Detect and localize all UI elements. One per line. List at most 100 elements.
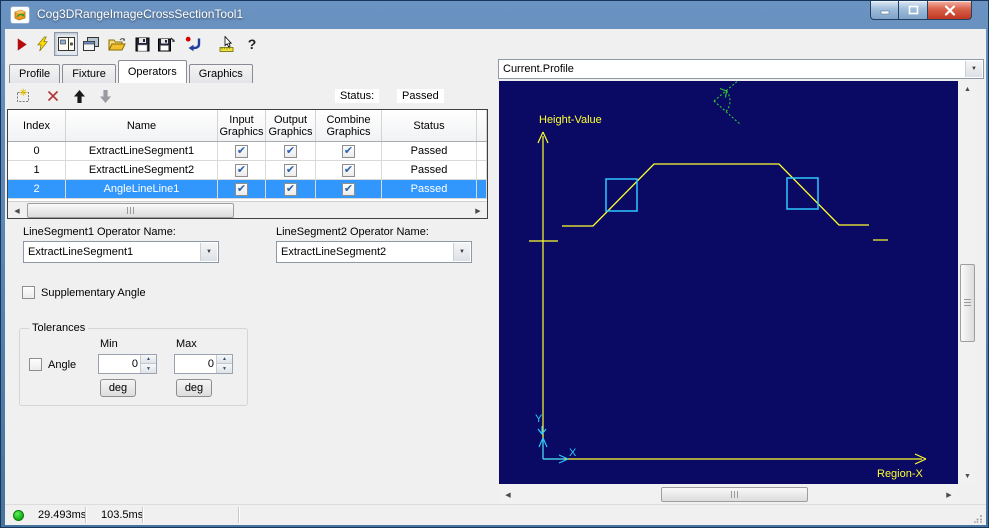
tolerances-title: Tolerances — [29, 322, 89, 334]
add-operator-button[interactable]: ✳ — [14, 87, 32, 105]
status-label: Status: — [335, 89, 380, 103]
graphics-checkbox[interactable]: ✔ — [342, 182, 355, 196]
grid-hscroll-thumb[interactable] — [27, 203, 234, 218]
grid-column-header[interactable]: Status — [382, 110, 477, 141]
graphics-checkbox[interactable]: ✔ — [284, 144, 297, 158]
maximize-button[interactable] — [899, 1, 927, 20]
canvas-hscroll-thumb[interactable] — [661, 487, 808, 502]
status-value: Passed — [397, 89, 444, 103]
run-continuous-icon[interactable] — [33, 35, 51, 53]
tab-graphics[interactable]: Graphics — [188, 64, 253, 83]
angle-max-spinner: ▲▼ — [174, 354, 233, 374]
scroll-left-icon[interactable]: ◀ — [9, 203, 25, 218]
profile-canvas[interactable]: Height-Value Region-X Y X — [499, 81, 958, 484]
move-operator-up-button[interactable] — [70, 87, 88, 105]
grid-column-header[interactable]: Input Graphics — [218, 110, 266, 141]
pointer-tool-icon[interactable] — [218, 35, 236, 53]
angle-tolerance-checkbox[interactable] — [29, 358, 42, 371]
spin-down-icon[interactable]: ▼ — [217, 364, 232, 373]
record-selector-combobox[interactable]: Current.Profile ▼ — [498, 59, 984, 79]
min-unit-button[interactable]: deg — [100, 379, 136, 397]
tab-profile[interactable]: Profile — [9, 64, 61, 83]
total-time: 103.5ms — [101, 509, 144, 521]
save-file-button[interactable] — [133, 35, 151, 53]
grid-column-header[interactable]: Index — [8, 110, 66, 141]
graphics-checkbox[interactable]: ✔ — [342, 144, 355, 158]
angle-max-input[interactable] — [175, 355, 216, 373]
region-axis-label: Region-X — [877, 468, 924, 480]
show-electrode-button[interactable] — [54, 32, 78, 56]
supplementary-angle-checkbox[interactable] — [22, 286, 35, 299]
angle-label: Angle — [48, 359, 77, 371]
spin-down-icon[interactable]: ▼ — [141, 364, 156, 373]
linesegment2-label: LineSegment2 Operator Name: — [276, 226, 429, 238]
graphics-checkbox[interactable]: ✔ — [235, 144, 248, 158]
window-title: Cog3DRangeImageCrossSectionTool1 — [37, 7, 244, 21]
open-file-button[interactable] — [108, 35, 126, 53]
x-marker-label: X — [569, 447, 577, 459]
save-file-as-button[interactable] — [157, 35, 175, 53]
grid-row[interactable]: 1 ExtractLineSegment2 ✔ ✔ ✔ Passed — [8, 161, 487, 180]
grid-body: 0 ExtractLineSegment1 ✔ ✔ ✔ Passed 1 ExtractLin… — [8, 142, 487, 199]
help-icon[interactable]: ? — [243, 35, 261, 53]
spin-up-icon[interactable]: ▲ — [217, 355, 232, 364]
canvas-hscrollbar[interactable]: ◀ ▶ — [499, 486, 958, 503]
min-label: Min — [100, 338, 118, 350]
max-unit-button[interactable]: deg — [176, 379, 212, 397]
grid-column-header[interactable]: Output Graphics — [266, 110, 316, 141]
y-marker-label: Y — [535, 413, 543, 425]
app-icon — [10, 6, 30, 24]
graphics-checkbox[interactable]: ✔ — [284, 182, 297, 196]
grid-row[interactable]: 2 AngleLineLine1 ✔ ✔ ✔ Passed — [8, 180, 487, 199]
client-area: ? Profile Fixture Operators Graphics ✳ S… — [5, 29, 986, 525]
tab-strip: Profile Fixture Operators Graphics — [9, 60, 255, 83]
tab-fixture[interactable]: Fixture — [62, 64, 116, 83]
move-operator-down-button[interactable] — [96, 87, 114, 105]
angle-min-spinner: ▲▼ — [98, 354, 157, 374]
scroll-down-icon[interactable]: ▼ — [959, 468, 976, 484]
minimize-button[interactable] — [870, 1, 899, 20]
grid-column-header[interactable]: Name — [66, 110, 218, 141]
canvas-vscroll-thumb[interactable] — [960, 264, 975, 342]
svg-text:✳: ✳ — [20, 88, 28, 98]
angle-min-input[interactable] — [99, 355, 140, 373]
scroll-right-icon[interactable]: ▶ — [941, 487, 957, 502]
max-label: Max — [176, 338, 197, 350]
chevron-down-icon[interactable]: ▼ — [453, 243, 470, 261]
canvas-vscrollbar[interactable]: ▲ ▼ — [959, 81, 976, 484]
spin-up-icon[interactable]: ▲ — [141, 355, 156, 364]
graphics-checkbox[interactable]: ✔ — [342, 163, 355, 177]
operators-grid: Index Name Input Graphics Output Graphics Co… — [7, 109, 488, 219]
grid-hscrollbar[interactable]: ◀ ▶ — [8, 201, 487, 218]
angle-result-marker — [713, 81, 742, 126]
graphics-checkbox[interactable]: ✔ — [284, 163, 297, 177]
svg-text:?: ? — [248, 36, 257, 52]
main-toolbar: ? — [5, 29, 986, 59]
graphics-checkbox[interactable]: ✔ — [235, 182, 248, 196]
scroll-left-icon[interactable]: ◀ — [500, 487, 516, 502]
linesegment2-combobox[interactable]: ExtractLineSegment2 ▼ — [276, 241, 472, 263]
resize-grip-icon[interactable] — [974, 514, 983, 523]
titlebar[interactable]: Cog3DRangeImageCrossSectionTool1 — [1, 1, 988, 29]
reset-button[interactable] — [184, 35, 202, 53]
float-window-button[interactable] — [82, 35, 100, 53]
run-status-indicator — [13, 510, 24, 521]
tab-operators[interactable]: Operators — [117, 60, 187, 83]
close-button[interactable] — [927, 1, 972, 20]
tool-window: Cog3DRangeImageCrossSectionTool1 ? Profi… — [0, 0, 989, 528]
graphics-checkbox[interactable]: ✔ — [235, 163, 248, 177]
grid-column-header[interactable]: Combine Graphics — [316, 110, 382, 141]
tolerances-group: Tolerances Min Max Angle ▲▼ ▲▼ deg deg — [19, 322, 248, 406]
scroll-right-icon[interactable]: ▶ — [470, 203, 486, 218]
supplementary-angle-label: Supplementary Angle — [41, 287, 146, 299]
scroll-up-icon[interactable]: ▲ — [959, 81, 976, 97]
chevron-down-icon[interactable]: ▼ — [965, 61, 982, 77]
line-fit-region-box — [786, 177, 819, 210]
grid-row[interactable]: 0 ExtractLineSegment1 ✔ ✔ ✔ Passed — [8, 142, 487, 161]
chevron-down-icon[interactable]: ▼ — [200, 243, 217, 261]
run-button[interactable] — [12, 35, 30, 53]
delete-operator-button[interactable] — [44, 87, 62, 105]
height-axis-label: Height-Value — [539, 114, 602, 126]
grid-header: Index Name Input Graphics Output Graphics Co… — [8, 110, 487, 142]
linesegment1-combobox[interactable]: ExtractLineSegment1 ▼ — [23, 241, 219, 263]
